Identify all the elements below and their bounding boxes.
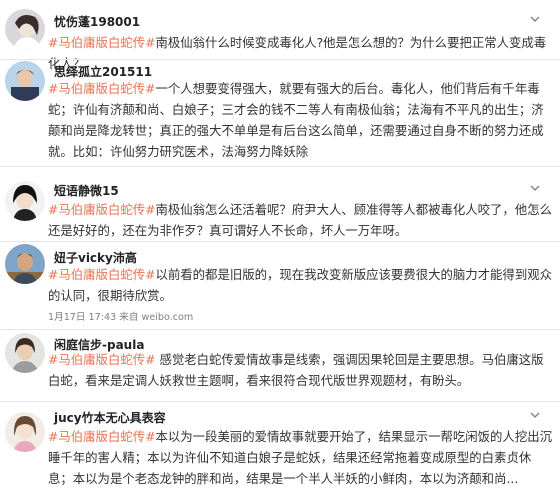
topic-tag[interactable]: #马伯庸版白蛇传#: [48, 352, 156, 367]
chevron-down-icon[interactable]: [528, 408, 542, 422]
chevron-down-icon[interactable]: [528, 181, 542, 195]
comment-text: #马伯庸版白蛇传#一个人想要变得强大，就要有强大的后台。毒化人，他们背后有千年毒…: [48, 78, 554, 162]
topic-tag[interactable]: #马伯庸版白蛇传#: [48, 267, 156, 282]
comment-text: #马伯庸版白蛇传# 感觉老白蛇传爱情故事是线索，强调因果轮回是主要思想。马伯庸这…: [48, 349, 554, 391]
comment-item: 短语静微15 #马伯庸版白蛇传#南极仙翁怎么还活着呢？府尹大人、顾准得等人都被毒…: [0, 167, 560, 242]
avatar[interactable]: [5, 61, 45, 101]
comment-item: 忧伤蓬198001 #马伯庸版白蛇传#南极仙翁什么时候变成毒化人?他是怎么想的？…: [0, 0, 560, 71]
avatar[interactable]: [5, 9, 45, 49]
topic-tag[interactable]: #马伯庸版白蛇传#: [48, 35, 156, 50]
comment-item: jucy竹本无心具表容 #马伯庸版白蛇传#本以为一段美丽的爱情故事就要开始了，结…: [0, 402, 560, 490]
comment-text: #马伯庸版白蛇传#本以为一段美丽的爱情故事就要开始了，结果显示一帮吃闲饭的人挖出…: [48, 426, 554, 489]
avatar[interactable]: [5, 244, 45, 284]
comment-feed: 忧伤蓬198001 #马伯庸版白蛇传#南极仙翁什么时候变成毒化人?他是怎么想的？…: [0, 0, 560, 490]
avatar[interactable]: [5, 333, 45, 373]
chevron-down-icon[interactable]: [528, 12, 542, 26]
topic-tag[interactable]: #马伯庸版白蛇传#: [48, 429, 156, 444]
comment-item: 妞子vicky沛高 #马伯庸版白蛇传#以前看的都是旧版的，现在我改变新版应该要费…: [0, 242, 560, 330]
username[interactable]: 短语静微15: [54, 182, 119, 199]
comment-item: 思绎孤立201511 #马伯庸版白蛇传#一个人想要变得强大，就要有强大的后台。毒…: [0, 60, 560, 167]
topic-tag[interactable]: #马伯庸版白蛇传#: [48, 202, 156, 217]
username[interactable]: jucy竹本无心具表容: [54, 409, 166, 426]
comment-text: #马伯庸版白蛇传#南极仙翁怎么还活着呢？府尹大人、顾准得等人都被毒化人咬了，他怎…: [48, 199, 554, 241]
username[interactable]: 忧伤蓬198001: [54, 13, 140, 30]
avatar[interactable]: [5, 412, 45, 452]
comment-item: 闲庭信步-paula #马伯庸版白蛇传# 感觉老白蛇传爱情故事是线索，强调因果轮…: [0, 330, 560, 402]
avatar[interactable]: [5, 181, 45, 221]
topic-tag[interactable]: #马伯庸版白蛇传#: [48, 81, 156, 96]
post-timestamp[interactable]: 1月17日 17:43 来自 weibo.com: [48, 309, 193, 323]
comment-text: #马伯庸版白蛇传#以前看的都是旧版的，现在我改变新版应该要费很大的脑力才能得到观…: [48, 264, 554, 306]
